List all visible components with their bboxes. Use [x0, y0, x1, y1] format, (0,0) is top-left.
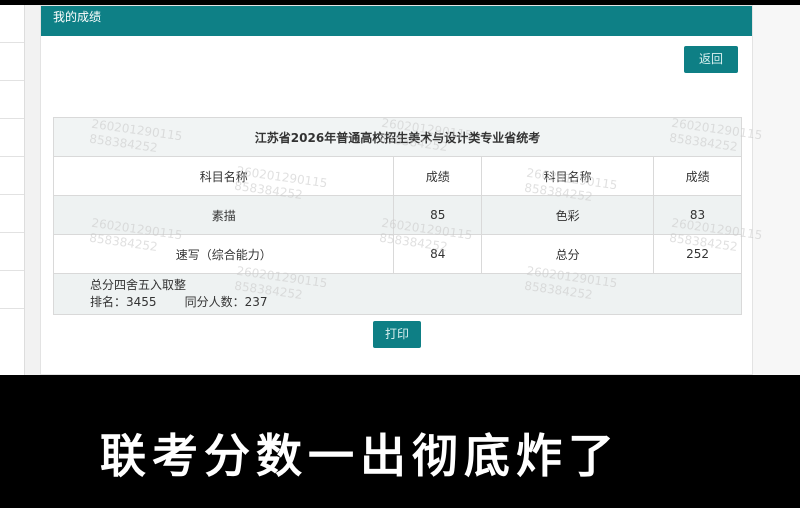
score-table: 江苏省2026年普通高校招生美术与设计类专业省统考 科目名称 成绩 科目名称 成… [52, 117, 742, 315]
sidebar-row[interactable] [0, 119, 24, 157]
rank-line: 排名：3455 同分人数：237 [90, 294, 741, 311]
table-row: 素描 85 色彩 83 [52, 195, 742, 235]
back-button[interactable]: 返回 [684, 46, 738, 73]
subject-score: 83 [653, 195, 742, 235]
column-header: 成绩 [653, 156, 742, 196]
subject-score: 85 [393, 195, 483, 235]
subject-name: 速写（综合能力） [52, 234, 395, 274]
rank-value: 3455 [126, 295, 157, 309]
table-title: 江苏省2026年普通高校招生美术与设计类专业省统考 [53, 117, 742, 157]
column-header: 科目名称 [52, 156, 395, 196]
sidebar-row[interactable] [0, 5, 24, 43]
column-header: 科目名称 [481, 156, 655, 196]
table-header-row: 科目名称 成绩 科目名称 成绩 [52, 156, 742, 196]
left-sidebar [0, 5, 25, 375]
total-score: 252 [653, 234, 742, 274]
sidebar-row[interactable] [0, 81, 24, 119]
score-panel: 我的成绩 返回 江苏省2026年普通高校招生美术与设计类专业省统考 科目名称 成… [40, 5, 753, 375]
subject-name: 总分 [481, 234, 655, 274]
video-subtitle: 联考分数一出彻底炸了 [100, 429, 620, 483]
subject-score: 84 [393, 234, 483, 274]
sidebar-row[interactable] [0, 195, 24, 233]
table-notes-row: 总分四舍五入取整 排名：3455 同分人数：237 [53, 273, 742, 315]
print-button[interactable]: 打印 [373, 321, 421, 348]
screen: 我的成绩 返回 江苏省2026年普通高校招生美术与设计类专业省统考 科目名称 成… [0, 0, 800, 375]
panel-header: 我的成绩 [41, 6, 752, 36]
sidebar-row[interactable] [0, 157, 24, 195]
table-title-row: 江苏省2026年普通高校招生美术与设计类专业省统考 [53, 117, 742, 157]
subject-name: 色彩 [481, 195, 655, 235]
same-score-label: 同分人数： [184, 295, 245, 309]
sidebar-row[interactable] [0, 271, 24, 309]
same-score-value: 237 [244, 295, 268, 309]
column-header: 成绩 [393, 156, 483, 196]
sidebar-row[interactable] [0, 43, 24, 81]
panel-title: 我的成绩 [53, 10, 102, 24]
notes-cell: 总分四舍五入取整 排名：3455 同分人数：237 [53, 273, 742, 315]
rank-label: 排名： [90, 295, 127, 309]
subject-name: 素描 [52, 195, 395, 235]
sidebar-row[interactable] [0, 233, 24, 271]
page-background [753, 5, 800, 375]
rounding-note: 总分四舍五入取整 [90, 278, 187, 292]
table-row: 速写（综合能力） 84 总分 252 [52, 234, 742, 274]
